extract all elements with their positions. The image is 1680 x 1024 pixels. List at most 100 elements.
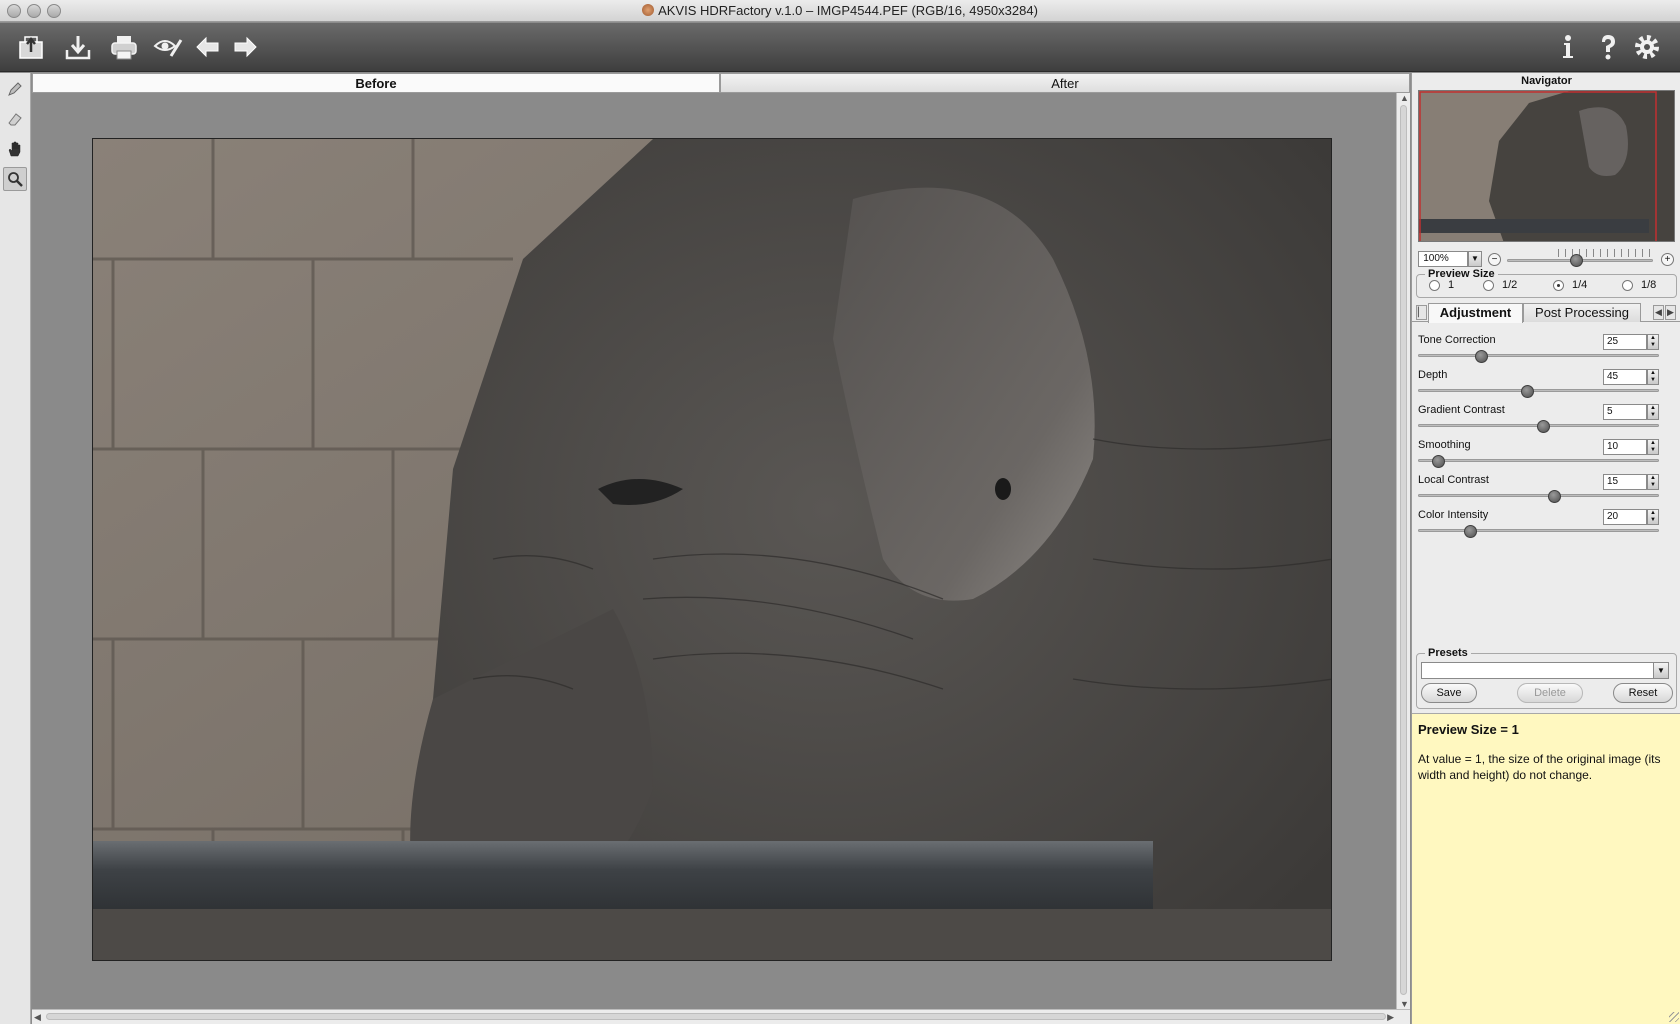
pencil-icon — [8, 82, 22, 96]
color-intensity-field[interactable]: 20 — [1603, 509, 1647, 525]
stepper-arrows-icon: ▲ ▼ — [1650, 475, 1656, 488]
canvas-area: Before After ▲ ▼ ◀ ▶ — [32, 73, 1410, 1024]
info-button[interactable] — [1550, 30, 1586, 64]
param-tone-correction: Tone Correction 25 ▲ ▼ — [1418, 334, 1677, 368]
resize-grip-icon[interactable] — [1669, 1012, 1679, 1022]
radio-button[interactable] — [1483, 279, 1494, 291]
pencil-tool[interactable] — [3, 77, 27, 101]
smoothing-stepper[interactable]: ▲ ▼ — [1647, 439, 1659, 455]
tone-correction-slider-knob[interactable] — [1475, 350, 1488, 363]
help-panel: Preview Size = 1 At value = 1, the size … — [1412, 713, 1680, 1024]
redo-button[interactable] — [227, 30, 263, 64]
hand-tool[interactable] — [3, 137, 27, 161]
scroll-down-arrow-icon[interactable]: ▼ — [1400, 999, 1409, 1009]
depth-slider[interactable] — [1418, 389, 1659, 392]
tone-correction-field[interactable]: 25 — [1603, 334, 1647, 350]
tab-adjustment[interactable]: Adjustment — [1428, 303, 1523, 323]
scroll-up-arrow-icon[interactable]: ▲ — [1400, 93, 1409, 103]
gradient-contrast-stepper[interactable]: ▲ ▼ — [1647, 404, 1659, 420]
preview-button[interactable] — [150, 30, 186, 64]
radio-button[interactable] — [1622, 279, 1633, 291]
minus-icon: − — [1491, 254, 1498, 265]
smoothing-slider-knob[interactable] — [1431, 455, 1445, 468]
presets-dropdown-button[interactable]: ▼ — [1653, 662, 1669, 679]
help-title: Preview Size = 1 — [1418, 722, 1519, 737]
stepper-arrows-icon: ▲ ▼ — [1650, 335, 1656, 348]
tone-correction-stepper[interactable]: ▲ ▼ — [1647, 334, 1659, 350]
horizontal-scrollbar[interactable]: ◀ ▶ — [32, 1009, 1410, 1024]
vertical-scrollbar[interactable]: ▲ ▼ — [1396, 93, 1410, 1009]
radio-button-selected[interactable] — [1553, 279, 1564, 291]
horizontal-scroll-thumb[interactable] — [46, 1013, 1386, 1020]
preview-size-option-half[interactable]: 1/2 — [1483, 279, 1517, 291]
image-preview[interactable] — [92, 138, 1332, 961]
hand-icon — [8, 141, 21, 157]
navigator-thumbnail[interactable] — [1418, 90, 1675, 242]
preview-size-option-1[interactable]: 1 — [1429, 279, 1454, 291]
eraser-tool[interactable] — [3, 107, 27, 131]
presets-group: Presets ▼ Save Delete Reset — [1416, 647, 1677, 709]
smoothing-slider[interactable] — [1418, 459, 1659, 462]
preview-size-group: Preview Size 1 1/2 1/4 1/8 — [1416, 268, 1677, 298]
navigator-title: Navigator — [1521, 75, 1572, 87]
stepper-arrows-icon: ▲ ▼ — [1650, 370, 1656, 383]
gradient-contrast-field[interactable]: 5 — [1603, 404, 1647, 420]
settings-gear-icon — [1635, 35, 1659, 59]
local-contrast-stepper[interactable]: ▲ ▼ — [1647, 474, 1659, 490]
zoom-slider-knob[interactable] — [1569, 254, 1583, 267]
help-button[interactable] — [1590, 30, 1626, 64]
scroll-right-arrow-icon[interactable]: ▶ — [1387, 1012, 1394, 1023]
tab-prev-arrow-icon[interactable]: ◀ — [1653, 305, 1664, 320]
info-icon — [1563, 35, 1573, 58]
save-button[interactable] — [60, 30, 96, 64]
smoothing-field[interactable]: 10 — [1603, 439, 1647, 455]
undo-icon — [196, 36, 219, 58]
color-intensity-slider[interactable] — [1418, 529, 1659, 532]
chevron-down-icon: ▼ — [1471, 254, 1479, 263]
save-preset-button[interactable]: Save — [1421, 683, 1477, 703]
zoom-value-field[interactable]: 100% — [1418, 251, 1468, 267]
tone-correction-slider[interactable] — [1418, 354, 1659, 357]
param-local-contrast: Local Contrast 15 ▲ ▼ — [1418, 474, 1677, 508]
depth-field[interactable]: 45 — [1603, 369, 1647, 385]
reset-button[interactable]: Reset — [1613, 683, 1673, 703]
panel-tabs: ▏ Adjustment Post Processing ◀ ▶ — [1412, 302, 1680, 323]
delete-preset-button[interactable]: Delete — [1517, 683, 1583, 703]
window-titlebar: AKVIS HDRFactory v.1.0 – IMGP4544.PEF (R… — [0, 0, 1680, 22]
radio-button[interactable] — [1429, 279, 1440, 291]
local-contrast-slider-knob[interactable] — [1547, 490, 1561, 503]
tab-scroll-left-icon[interactable]: ▏ — [1416, 305, 1427, 320]
depth-slider-knob[interactable] — [1520, 385, 1534, 398]
zoom-window-button[interactable] — [47, 4, 61, 18]
gradient-contrast-slider-knob[interactable] — [1536, 420, 1550, 433]
zoom-in-button[interactable]: + — [1661, 253, 1674, 266]
open-button[interactable] — [14, 30, 50, 64]
local-contrast-slider[interactable] — [1418, 494, 1659, 497]
zoom-out-button[interactable]: − — [1488, 253, 1501, 266]
vertical-scroll-thumb[interactable] — [1400, 105, 1407, 995]
stepper-arrows-icon: ▲ ▼ — [1650, 440, 1656, 453]
view-tabs: Before After — [32, 73, 1410, 93]
plus-icon: + — [1664, 254, 1671, 265]
tab-next-arrow-icon[interactable]: ▶ — [1665, 305, 1676, 320]
tab-post-processing[interactable]: Post Processing — [1523, 303, 1641, 322]
zoom-dropdown-button[interactable]: ▼ — [1468, 251, 1482, 267]
tab-before[interactable]: Before — [32, 73, 720, 93]
presets-select[interactable] — [1421, 662, 1656, 679]
color-intensity-slider-knob[interactable] — [1463, 525, 1477, 538]
scroll-left-arrow-icon[interactable]: ◀ — [34, 1012, 41, 1023]
stepper-arrows-icon: ▲ ▼ — [1650, 405, 1656, 418]
color-intensity-stepper[interactable]: ▲ ▼ — [1647, 509, 1659, 525]
tab-after[interactable]: After — [720, 73, 1410, 93]
undo-button[interactable] — [190, 30, 226, 64]
depth-stepper[interactable]: ▲ ▼ — [1647, 369, 1659, 385]
settings-button[interactable] — [1629, 30, 1665, 64]
close-window-button[interactable] — [7, 4, 21, 18]
zoom-tool[interactable] — [3, 167, 27, 191]
open-icon — [19, 36, 43, 59]
minimize-window-button[interactable] — [27, 4, 41, 18]
print-button[interactable] — [106, 30, 142, 64]
preview-size-option-eighth[interactable]: 1/8 — [1622, 279, 1656, 291]
preview-size-option-quarter[interactable]: 1/4 — [1553, 279, 1587, 291]
local-contrast-field[interactable]: 15 — [1603, 474, 1647, 490]
